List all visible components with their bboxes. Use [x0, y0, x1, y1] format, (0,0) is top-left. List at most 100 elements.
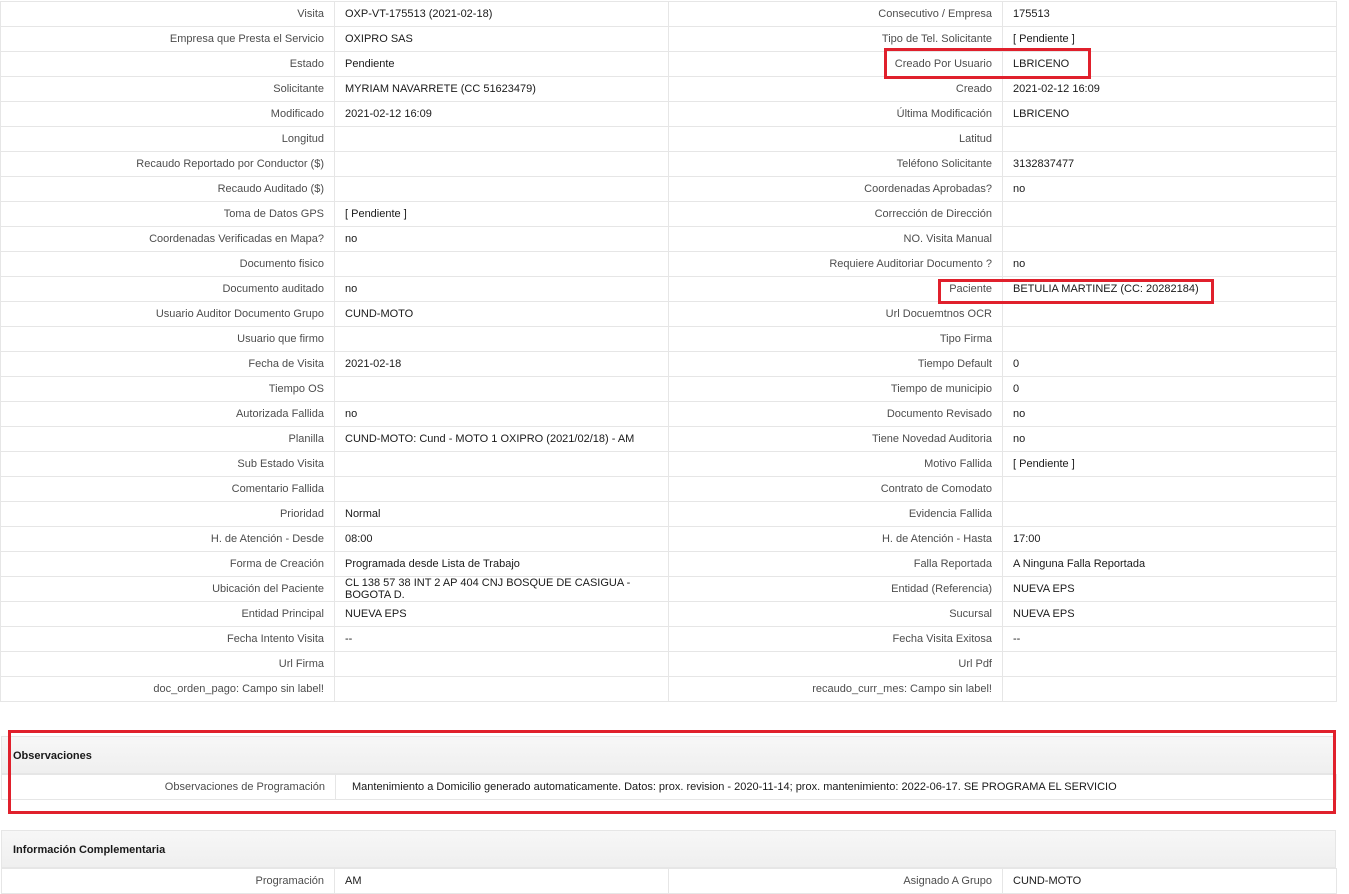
field-value: no	[1002, 401, 1337, 427]
field-label: Tipo Firma	[668, 326, 1003, 352]
field-value: 2021-02-18	[334, 351, 669, 377]
field-value: MYRIAM NAVARRETE (CC 51623479)	[334, 76, 669, 102]
field-value	[334, 451, 669, 477]
field-label: Entidad Principal	[0, 601, 335, 627]
field-label: Entidad (Referencia)	[668, 576, 1003, 602]
field-value: AM	[334, 868, 669, 894]
field-value: LBRICENO	[1002, 51, 1337, 77]
field-label: Creado	[668, 76, 1003, 102]
field-value: no	[1002, 426, 1337, 452]
field-label: Tiempo Default	[668, 351, 1003, 377]
field-label: Sucursal	[668, 601, 1003, 627]
table-row: Recaudo Auditado ($) Coordenadas Aprobada…	[0, 176, 1337, 202]
field-label: NO. Visita Manual	[668, 226, 1003, 252]
table-row: Tiempo OS Tiempo de municipio 0	[0, 376, 1337, 402]
field-label: Estado	[0, 51, 335, 77]
field-value: OXIPRO SAS	[334, 26, 669, 52]
table-row: Toma de Datos GPS[ Pendiente ] Corrección…	[0, 201, 1337, 227]
table-row: Empresa que Presta el Servicio OXIPRO SAS…	[0, 26, 1337, 52]
field-value: no	[334, 226, 669, 252]
field-label: Solicitante	[0, 76, 335, 102]
table-row: Prioridad Normal Evidencia Fallida	[0, 501, 1337, 527]
field-label: Programación	[1, 868, 335, 894]
field-label: Ubicación del Paciente	[0, 576, 335, 602]
field-value: 175513	[1002, 1, 1337, 27]
table-row: Observaciones de Programación Mantenimie…	[1, 774, 1337, 800]
observaciones-header: Observaciones	[1, 736, 1336, 774]
field-value: CL 138 57 38 INT 2 AP 404 CNJ BOSQUE DE …	[334, 576, 669, 602]
field-label: Url Pdf	[668, 651, 1003, 677]
field-value: 0	[1002, 376, 1337, 402]
field-value: 2021-02-12 16:09	[334, 101, 669, 127]
field-label: Documento fisico	[0, 251, 335, 277]
field-value	[1002, 301, 1337, 327]
field-label: Contrato de Comodato	[668, 476, 1003, 502]
field-value: NUEVA EPS	[1002, 601, 1337, 627]
field-label: Asignado A Grupo	[668, 868, 1003, 894]
field-value	[1002, 326, 1337, 352]
observaciones-section: Observaciones Observaciones de Programac…	[1, 736, 1337, 800]
visit-details-table: Visita OXP-VT-175513 (2021-02-18) Consecut…	[0, 1, 1337, 702]
field-value	[334, 476, 669, 502]
field-value: --	[1002, 626, 1337, 652]
field-label: Prioridad	[0, 501, 335, 527]
field-value	[334, 376, 669, 402]
table-row: Forma de Creación Programada desde Lista …	[0, 551, 1337, 577]
table-row: Ubicación del Paciente CL 138 57 38 INT 2…	[0, 576, 1337, 602]
field-value	[1002, 476, 1337, 502]
field-value	[1002, 651, 1337, 677]
field-value	[1002, 201, 1337, 227]
field-label: Longitud	[0, 126, 335, 152]
field-value: OXP-VT-175513 (2021-02-18)	[334, 1, 669, 27]
field-value: --	[334, 626, 669, 652]
field-value: Pendiente	[334, 51, 669, 77]
field-label: Documento auditado	[0, 276, 335, 302]
field-label: Usuario Auditor Documento Grupo	[0, 301, 335, 327]
field-value	[334, 151, 669, 177]
field-label: Empresa que Presta el Servicio	[0, 26, 335, 52]
field-value: [ Pendiente ]	[1002, 26, 1337, 52]
field-label: Requiere Auditoriar Documento ?	[668, 251, 1003, 277]
table-row: Planilla CUND-MOTO: Cund - MOTO 1 OXIPRO …	[0, 426, 1337, 452]
field-label: Sub Estado Visita	[0, 451, 335, 477]
table-row: Modificado 2021-02-12 16:09 Última Modific…	[0, 101, 1337, 127]
table-row: Visita OXP-VT-175513 (2021-02-18) Consecut…	[0, 1, 1337, 27]
field-label: Teléfono Solicitante	[668, 151, 1003, 177]
field-value	[1002, 676, 1337, 702]
field-label: Autorizada Fallida	[0, 401, 335, 427]
field-label: Planilla	[0, 426, 335, 452]
field-label: Tipo de Tel. Solicitante	[668, 26, 1003, 52]
informacion-complementaria-header: Información Complementaria	[1, 830, 1336, 868]
informacion-complementaria-table: Programación AM Asignado A Grupo CUND-MO…	[1, 868, 1337, 894]
field-value: CUND-MOTO	[334, 301, 669, 327]
field-value: no	[1002, 251, 1337, 277]
field-label: Recaudo Reportado por Conductor ($)	[0, 151, 335, 177]
field-value: NUEVA EPS	[1002, 576, 1337, 602]
field-value: 3132837477	[1002, 151, 1337, 177]
table-row: Recaudo Reportado por Conductor ($) Teléf…	[0, 151, 1337, 177]
field-label: Visita	[0, 1, 335, 27]
field-label: Url Docuemtnos OCR	[668, 301, 1003, 327]
field-value	[1002, 501, 1337, 527]
field-value: A Ninguna Falla Reportada	[1002, 551, 1337, 577]
field-label: Url Firma	[0, 651, 335, 677]
field-label: Paciente	[668, 276, 1003, 302]
field-label: Motivo Fallida	[668, 451, 1003, 477]
field-value: 0	[1002, 351, 1337, 377]
table-row: doc_orden_pago: Campo sin label! recaudo_…	[0, 676, 1337, 702]
field-value: 08:00	[334, 526, 669, 552]
field-value	[334, 676, 669, 702]
table-row: Solicitante MYRIAM NAVARRETE (CC 51623479…	[0, 76, 1337, 102]
field-value	[334, 251, 669, 277]
field-label: Usuario que firmo	[0, 326, 335, 352]
table-row: Documento auditado no Paciente BETULIA MAR…	[0, 276, 1337, 302]
table-row: Coordenadas Verificadas en Mapa? no NO. V…	[0, 226, 1337, 252]
field-label: Tiene Novedad Auditoria	[668, 426, 1003, 452]
table-row: Autorizada Fallida no Documento Revisado …	[0, 401, 1337, 427]
field-value	[1002, 126, 1337, 152]
table-row: Entidad Principal NUEVA EPS Sucursal NUEVA …	[0, 601, 1337, 627]
observaciones-programacion-label: Observaciones de Programación	[1, 774, 336, 800]
table-row: Comentario Fallida Contrato de Comodato	[0, 476, 1337, 502]
field-value: CUND-MOTO	[1002, 868, 1337, 894]
visit-details-body: Visita OXP-VT-175513 (2021-02-18) Consecut…	[0, 1, 1337, 702]
